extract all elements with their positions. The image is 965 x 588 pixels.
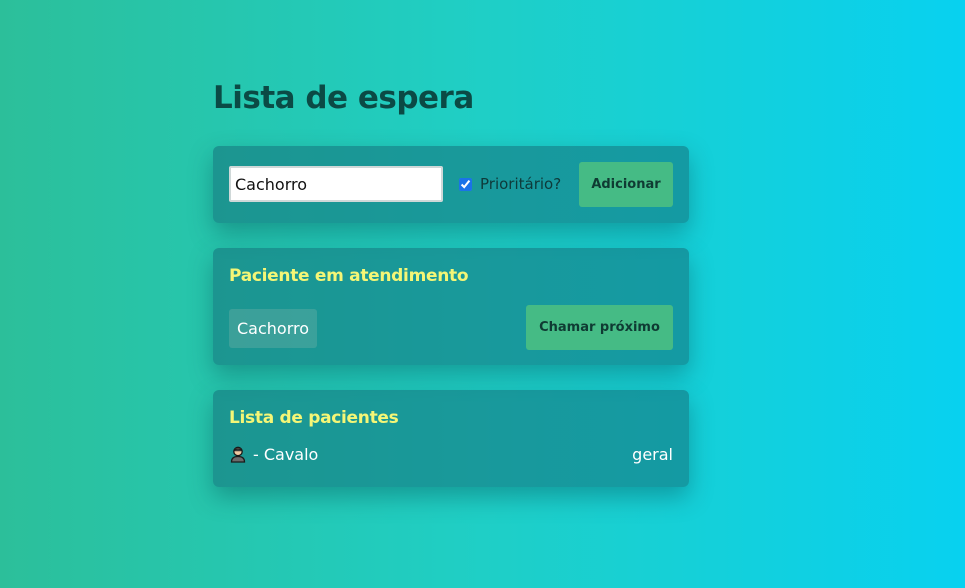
main-container: Lista de espera Prioritário? Adicionar P… bbox=[213, 78, 689, 487]
current-patient-name: Cachorro bbox=[229, 309, 318, 348]
priority-checkbox[interactable] bbox=[459, 177, 472, 191]
priority-option[interactable]: Prioritário? bbox=[459, 174, 561, 194]
add-patient-form: Prioritário? Adicionar bbox=[213, 146, 689, 223]
patient-list-title: Lista de pacientes bbox=[229, 408, 399, 428]
page-title: Lista de espera bbox=[213, 80, 474, 116]
person-icon bbox=[229, 445, 247, 463]
call-next-button[interactable]: Chamar próximo bbox=[526, 305, 673, 350]
patient-category: geral bbox=[632, 444, 673, 464]
priority-label: Prioritário? bbox=[480, 175, 562, 193]
current-patient-title: Paciente em atendimento bbox=[229, 266, 469, 286]
patient-list-card: Lista de pacientes - Cavalo geral bbox=[213, 390, 689, 487]
add-button[interactable]: Adicionar bbox=[579, 162, 673, 207]
patient-name: - Cavalo bbox=[253, 444, 319, 464]
current-patient-card: Paciente em atendimento Cachorro Chamar … bbox=[213, 248, 689, 365]
patient-name-input[interactable] bbox=[229, 166, 443, 202]
patient-info: - Cavalo bbox=[229, 445, 318, 464]
list-item: - Cavalo geral bbox=[229, 443, 673, 465]
